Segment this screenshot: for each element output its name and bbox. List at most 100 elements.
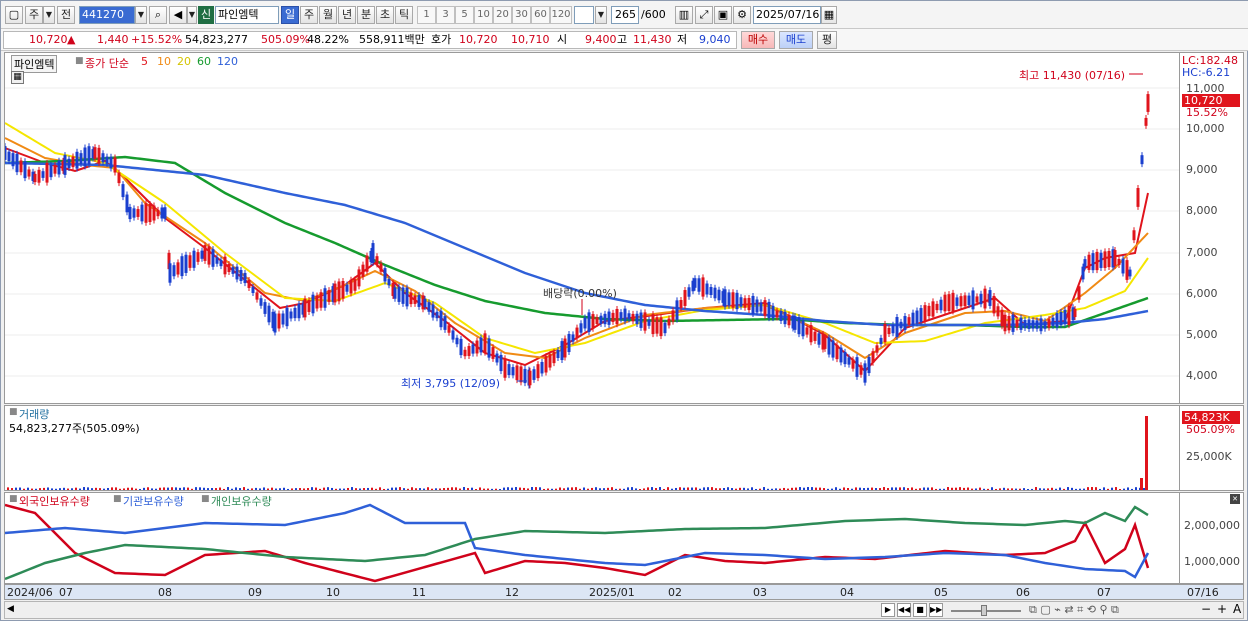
volume-bar [431,488,433,490]
buy-button[interactable]: 매수 [741,31,775,49]
date-input[interactable]: 2025/07/16 [753,6,821,24]
candle-body [83,147,87,167]
tab-second[interactable]: 초 [376,6,394,24]
candle-body [831,340,835,358]
interval-120[interactable]: 120 [550,6,572,24]
candle-body [967,295,971,306]
volume-bar [635,488,637,490]
x-label: 06 [1016,586,1030,599]
candle-body [843,351,847,365]
tab-minute[interactable]: 분 [357,6,375,24]
save-icon[interactable]: ▣ [714,6,732,24]
candle-body [57,160,61,175]
code-dropdown-icon[interactable]: ▼ [135,6,147,24]
prev-button[interactable]: 전 [57,6,75,24]
volume-tick: 25,000K [1186,450,1232,463]
tool-icons[interactable]: ⧉ ▢ ⌁ ⇄ ⌗ ⟲ ⚲ ⧉ [1029,603,1119,617]
candle-body [121,184,125,198]
scroll-left-icon[interactable]: ◀ [7,604,14,614]
candle-body [955,297,959,306]
volume-bar [243,487,245,490]
ma10-legend[interactable]: 10 [157,55,171,68]
candle-body [611,312,615,322]
candle-body [311,294,315,314]
scroll-right-icon[interactable]: ▶ [881,603,895,617]
volume-bar [895,487,897,490]
avg-button[interactable]: 평 [817,31,837,49]
window-icon[interactable]: ▢ [5,6,23,24]
tab-month[interactable]: 월 [319,6,337,24]
fast-forward-icon[interactable]: ▶▶ [929,603,943,617]
sell-button[interactable]: 매도 [779,31,813,49]
stock-code-input[interactable]: 441270 [79,6,135,24]
period-unit-button[interactable]: 주 [25,6,43,24]
interval-60[interactable]: 60 [531,6,550,24]
volume-bar [263,487,265,490]
volume-bar [903,487,905,490]
gear-icon[interactable]: ⚙ [733,6,751,24]
zoom-out-icon[interactable]: − [1201,602,1211,616]
volume-bar [703,487,705,490]
candle-body [591,314,595,329]
custom-interval-input[interactable] [574,6,594,24]
count-input[interactable]: 265 [611,6,639,24]
ma60-legend[interactable]: 60 [197,55,211,68]
volume-bar [183,487,185,490]
foreign-holdings-legend[interactable]: 외국인보유수량 [19,493,90,509]
bottom-scroll-bar[interactable]: ◀ ▶ ◀◀ ■ ▶▶ ⧉ ▢ ⌁ ⇄ ⌗ ⟲ ⚲ ⧉ − + A [4,601,1244,619]
open-label: 시 [557,33,568,46]
period-unit-dropdown-icon[interactable]: ▼ [43,6,55,24]
candle-type-icon[interactable]: ▥ [675,6,693,24]
x-label: 10 [326,586,340,599]
interval-3[interactable]: 3 [436,6,455,24]
search-icon[interactable]: ⌕ [149,6,167,24]
zoom-in-icon[interactable]: + [1217,602,1227,616]
candle-body [467,346,471,356]
candle-body [136,209,140,217]
volume-bar [879,488,881,490]
ma20-legend[interactable]: 20 [177,55,191,68]
individual-holdings-legend[interactable]: 개인보유수량 [211,493,272,509]
volume-bar [983,488,985,490]
candle-body [503,358,507,378]
custom-interval-dropdown-icon[interactable]: ▼ [595,6,607,24]
drawing-tool-icon[interactable]: ⤢ [695,6,713,24]
volume-bar [935,488,937,490]
candle-body [683,290,687,306]
interval-20[interactable]: 20 [493,6,512,24]
volume-bar [687,487,689,490]
ma5-legend[interactable]: 5 [141,55,148,68]
stop-icon[interactable]: ■ [913,603,927,617]
institution-holdings-legend[interactable]: 기관보유수량 [123,493,184,509]
candle-body [345,284,349,292]
candle-body [571,334,575,342]
tab-tick[interactable]: 틱 [395,6,413,24]
calendar-icon[interactable]: ▦ [821,6,837,24]
volume-bar [923,487,925,490]
stock-name-field[interactable]: 파인엠텍 [215,6,279,24]
panel-close-icon[interactable]: ✕ [1230,494,1240,504]
interval-10[interactable]: 10 [474,6,493,24]
interval-5[interactable]: 5 [455,6,474,24]
tab-week[interactable]: 주 [300,6,318,24]
volume-bar [931,487,933,490]
volume-bar [1115,487,1117,490]
speaker-dropdown-icon[interactable]: ▼ [187,6,197,24]
tab-day[interactable]: 일 [281,6,299,24]
zoom-slider-handle[interactable] [981,605,987,616]
font-size-icon[interactable]: A [1233,602,1241,616]
candle-body [663,322,667,334]
volume-bar [875,488,877,490]
candle-body [863,363,867,383]
interval-30[interactable]: 30 [512,6,531,24]
interval-1[interactable]: 1 [417,6,436,24]
ma120-legend[interactable]: 120 [217,55,238,68]
grid-toggle-icon[interactable]: ▦ [11,71,24,84]
candle-body [655,317,659,334]
rewind-icon[interactable]: ◀◀ [897,603,911,617]
holdings-bullet-icon-3: ■ [201,494,210,504]
tab-year[interactable]: 년 [338,6,356,24]
speaker-icon[interactable]: ◀ [169,6,187,24]
volume-bar [15,487,17,490]
volume-bar [1119,488,1121,490]
